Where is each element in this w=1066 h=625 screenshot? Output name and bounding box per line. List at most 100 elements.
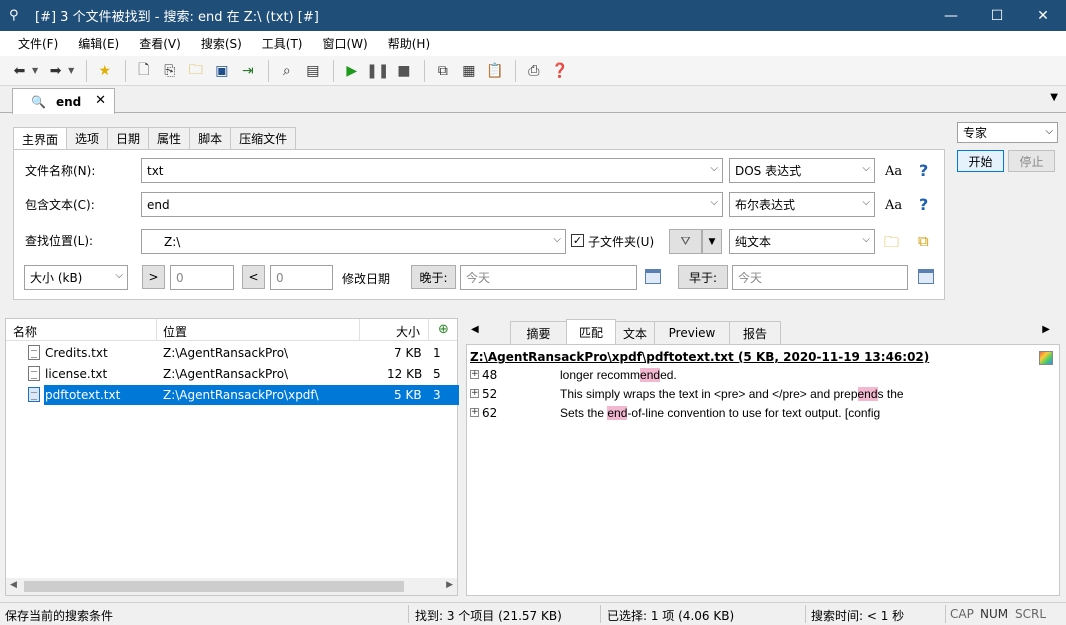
mode-select[interactable]: 专家 ⌵ xyxy=(957,122,1058,143)
horizontal-scrollbar[interactable]: ◀ ▶ xyxy=(6,578,457,595)
expand-icon[interactable]: + xyxy=(470,389,479,398)
back-dropdown-icon[interactable]: ▼ xyxy=(32,66,38,75)
tab-options[interactable]: 选项 xyxy=(66,127,109,149)
earlier-than-button[interactable]: 早于: xyxy=(678,265,728,289)
close-button[interactable]: ✕ xyxy=(1020,0,1066,31)
help-icon[interactable]: ? xyxy=(919,161,928,180)
match-case-icon[interactable]: Aa xyxy=(885,164,902,179)
table-row-selected[interactable]: pdftotext.txt Z:\AgentRansackPro\xpdf\ 5… xyxy=(6,385,457,405)
highlight-colors-icon[interactable] xyxy=(1039,351,1053,365)
scroll-right-icon[interactable]: ▶ xyxy=(446,580,453,590)
play-icon[interactable]: ▶ xyxy=(340,59,363,82)
tab-report[interactable]: 报告 xyxy=(729,321,781,344)
menu-help[interactable]: 帮助(H) xyxy=(378,35,440,52)
tab-preview[interactable]: Preview xyxy=(654,321,730,344)
column-divider[interactable] xyxy=(359,319,360,341)
min-size-input[interactable]: 0 xyxy=(170,265,234,290)
chevron-down-icon[interactable]: ⌵ xyxy=(710,163,718,174)
tab-script[interactable]: 脚本 xyxy=(189,127,232,149)
tab-attributes[interactable]: 属性 xyxy=(148,127,191,149)
table-row[interactable]: Credits.txt Z:\AgentRansackPro\ 7 KB 1 xyxy=(6,343,457,363)
window-layout-icon[interactable]: ⧉ xyxy=(431,59,454,82)
maximize-button[interactable]: ☐ xyxy=(974,0,1020,31)
later-than-button[interactable]: 晚于: xyxy=(411,265,456,289)
match-case-icon[interactable]: Aa xyxy=(885,198,902,213)
menu-search[interactable]: 搜索(S) xyxy=(191,35,252,52)
pause-icon[interactable]: ❚❚ xyxy=(366,59,389,82)
favorite-star-icon[interactable]: ★ xyxy=(93,59,116,82)
match-line[interactable]: + 48 longer recommended. xyxy=(470,367,1060,385)
earlier-than-input[interactable]: 今天 xyxy=(732,265,908,290)
close-tab-icon[interactable]: ✕ xyxy=(95,93,106,108)
menu-tools[interactable]: 工具(T) xyxy=(252,35,313,52)
tab-date[interactable]: 日期 xyxy=(107,127,150,149)
back-icon[interactable]: ⬅ xyxy=(8,59,31,82)
forward-icon[interactable]: ➡ xyxy=(44,59,67,82)
preview-document-icon[interactable]: ⌕ xyxy=(275,59,298,82)
calendar-icon[interactable] xyxy=(918,269,934,284)
menu-window[interactable]: 窗口(W) xyxy=(313,35,378,52)
match-line[interactable]: + 52 This simply wraps the text in <pre>… xyxy=(470,386,1060,404)
menu-file[interactable]: 文件(F) xyxy=(8,35,68,52)
calendar-icon[interactable] xyxy=(645,269,661,284)
content-input[interactable]: end ⌵ xyxy=(141,192,723,217)
copy-document-icon[interactable]: ⎘ xyxy=(158,59,181,82)
column-name[interactable]: 名称 xyxy=(13,323,37,340)
filter-icon[interactable]: ⛛ xyxy=(669,229,702,254)
tab-archives[interactable]: 压缩文件 xyxy=(230,127,297,149)
filter-dropdown-icon[interactable]: ▼ xyxy=(702,229,722,254)
max-size-input[interactable]: 0 xyxy=(270,265,333,290)
tab-scroll-left-icon[interactable]: ◀ xyxy=(471,324,479,335)
subfolders-checkbox[interactable]: ✓ xyxy=(571,234,584,247)
tab-summary[interactable]: 摘要 xyxy=(510,321,567,344)
search-tab[interactable]: 🔍 end ✕ xyxy=(12,88,115,114)
start-button[interactable]: 开始 xyxy=(957,150,1004,172)
preview-file-header[interactable]: Z:\AgentRansackPro\xpdf\pdftotext.txt (5… xyxy=(470,350,929,364)
browse-folder-icon[interactable]: 🗀 xyxy=(884,232,899,257)
content-mode-select[interactable]: 布尔表达式 ⌵ xyxy=(729,192,875,217)
help-icon[interactable]: ? xyxy=(919,195,928,214)
print-icon[interactable]: ⎙ xyxy=(522,59,545,82)
location-input[interactable]: Z:\ ⌵ xyxy=(141,229,566,254)
column-divider[interactable] xyxy=(156,319,157,341)
column-divider[interactable] xyxy=(428,319,429,341)
scroll-left-icon[interactable]: ◀ xyxy=(10,580,17,590)
tab-text[interactable]: 文本 xyxy=(615,321,655,344)
tab-matches[interactable]: 匹配 xyxy=(566,319,616,344)
add-column-icon[interactable]: ⊕ xyxy=(438,322,449,337)
image-preview-icon[interactable]: ▤ xyxy=(301,59,324,82)
forward-dropdown-icon[interactable]: ▼ xyxy=(68,66,74,75)
report-icon[interactable]: 📋 xyxy=(483,59,506,82)
size-unit-select[interactable]: 大小 (kB) ⌵ xyxy=(24,265,128,290)
chevron-down-icon[interactable]: ⌵ xyxy=(553,234,561,245)
later-than-input[interactable]: 今天 xyxy=(460,265,637,290)
greater-than-button[interactable]: > xyxy=(142,265,165,289)
file-location: Z:\AgentRansackPro\ xyxy=(163,367,289,381)
new-document-icon[interactable]: 🗋 xyxy=(132,59,155,82)
expand-icon[interactable]: + xyxy=(470,408,479,417)
column-size[interactable]: 大小 xyxy=(396,323,420,340)
tab-main[interactable]: 主界面 xyxy=(13,127,68,150)
save-icon[interactable]: ▣ xyxy=(210,59,233,82)
column-location[interactable]: 位置 xyxy=(163,323,187,340)
expand-icon[interactable]: + xyxy=(470,370,479,379)
menu-view[interactable]: 查看(V) xyxy=(129,35,191,52)
minimize-button[interactable]: — xyxy=(928,0,974,31)
menu-edit[interactable]: 编辑(E) xyxy=(68,35,129,52)
less-than-button[interactable]: < xyxy=(242,265,265,289)
help-book-icon[interactable]: ❓ xyxy=(548,59,571,82)
tab-list-dropdown-icon[interactable]: ▼ xyxy=(1050,92,1058,103)
location-mode-select[interactable]: 纯文本 ⌵ xyxy=(729,229,875,254)
stop-icon[interactable]: ■ xyxy=(392,59,415,82)
table-row[interactable]: license.txt Z:\AgentRansackPro\ 12 KB 5 xyxy=(6,364,457,384)
open-folder-icon[interactable]: 🗀 xyxy=(184,59,207,82)
scroll-thumb[interactable] xyxy=(24,581,404,592)
export-icon[interactable]: ⇥ xyxy=(236,59,259,82)
chevron-down-icon[interactable]: ⌵ xyxy=(710,197,718,208)
filename-mode-select[interactable]: DOS 表达式 ⌵ xyxy=(729,158,875,183)
multiple-folders-icon[interactable]: ⧉ xyxy=(918,232,929,250)
filename-input[interactable]: txt ⌵ xyxy=(141,158,723,183)
match-line[interactable]: + 62 Sets the end-of-line convention to … xyxy=(470,405,1060,423)
panel-layout-icon[interactable]: ▦ xyxy=(457,59,480,82)
tab-scroll-right-icon[interactable]: ▶ xyxy=(1042,324,1050,335)
